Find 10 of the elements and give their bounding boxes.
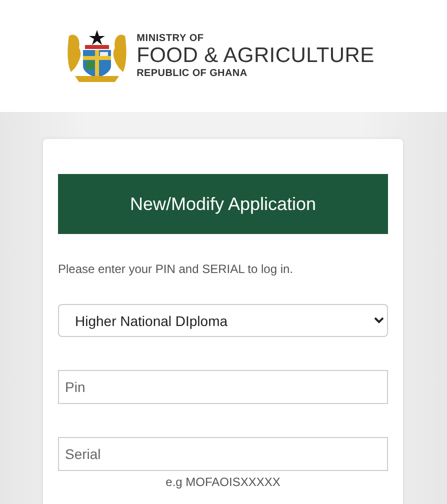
form-title-banner: New/Modify Application — [58, 174, 388, 234]
serial-field[interactable]: Serial — [58, 437, 388, 471]
logo-text: REPUBLIC OF GHANA — [136, 68, 248, 79]
pin-field[interactable]: Pin — [58, 370, 388, 404]
serial-hint: e.g MOFAOISXXXXX — [166, 475, 280, 489]
logo-text: MINISTRY OF — [136, 33, 205, 44]
logo-text: FOOD & AGRICULTURE — [136, 44, 374, 68]
coat-of-arms-drawing — [64, 28, 129, 84]
instruction-text: Please enter your PIN and SERIAL to log in. — [58, 262, 294, 276]
program-select[interactable]: Higher National DIploma — [58, 304, 388, 337]
